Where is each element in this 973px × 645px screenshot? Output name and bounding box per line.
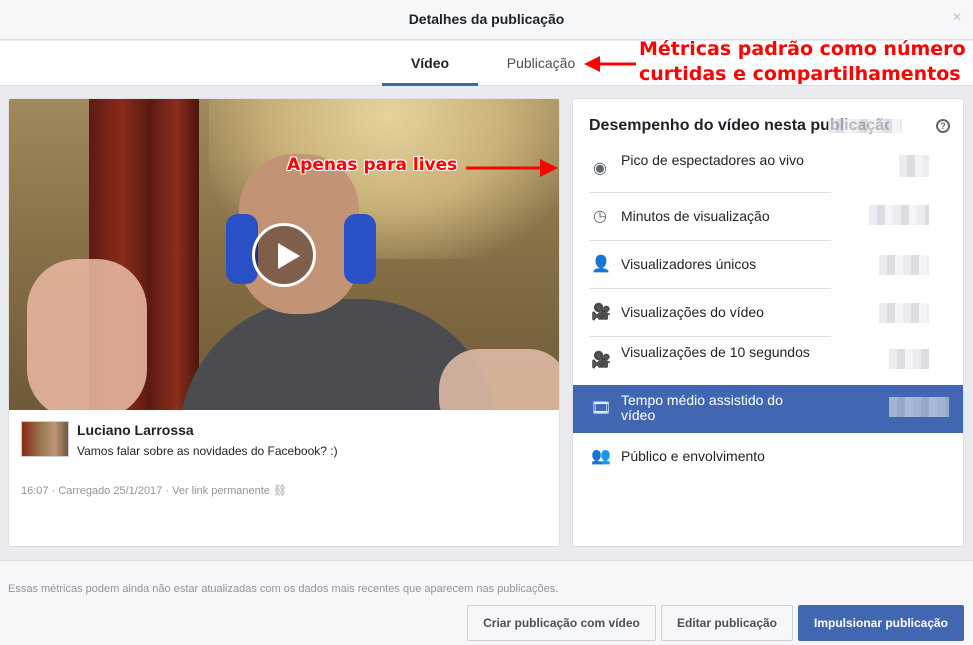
video-performance-card: Desempenho do vídeo nesta publicação ? ◉… (572, 98, 964, 547)
metric-label: Visualizadores únicos (621, 256, 757, 272)
video-camera-icon: 🎥 (591, 304, 611, 321)
blurred-value (828, 119, 902, 133)
people-icon: 👥 (591, 448, 611, 465)
tab-publicacao[interactable]: Publicação (492, 41, 590, 86)
metric-10-second-views[interactable]: 🎥 Visualizações de 10 segundos (573, 337, 963, 385)
permalink-link[interactable]: Ver link permanente (172, 485, 270, 497)
metric-label: Minutos de visualização (621, 208, 770, 224)
metric-label: Visualizações de 10 segundos (621, 344, 810, 360)
dialog-title: Detalhes da publicação (408, 11, 565, 27)
annotation-arrow (584, 56, 636, 72)
metric-label: Visualizações do vídeo (621, 304, 764, 320)
metric-unique-viewers[interactable]: 👤 Visualizadores únicos (573, 241, 963, 289)
annotation-arrow (466, 159, 558, 177)
author-name[interactable]: Luciano Larrossa (77, 422, 194, 438)
help-icon[interactable]: ? (936, 119, 950, 133)
upload-date: Carregado 25/1/2017 (58, 485, 163, 497)
film-icon: 🎞 (591, 400, 612, 417)
post-time[interactable]: 16:07 (21, 485, 49, 497)
dialog-header: Detalhes da publicação × (0, 0, 973, 40)
blurred-value (889, 349, 929, 369)
annotation-default-metrics: Métricas padrão como número de curtidas … (639, 38, 973, 85)
metric-audience-engagement[interactable]: 👥 Público e envolvimento (573, 433, 963, 481)
edit-post-button[interactable]: Editar publicação (661, 605, 793, 641)
blurred-value (899, 155, 929, 177)
annotation-lives: Apenas para lives (287, 155, 458, 175)
metric-peak-live-viewers[interactable]: ◉ Pico de espectadores ao vivo (573, 145, 963, 193)
metric-label: Pico de espectadores ao vivo (621, 152, 804, 168)
tab-video[interactable]: Vídeo (382, 41, 478, 86)
video-thumbnail[interactable] (9, 99, 559, 410)
blurred-value (869, 205, 929, 225)
metric-minutes-viewed[interactable]: ◷ Minutos de visualização (573, 193, 963, 241)
metric-label: Tempo médio assistido do vídeo (621, 392, 783, 423)
play-icon[interactable] (252, 223, 316, 287)
metric-label: Público e envolvimento (621, 448, 765, 464)
close-icon[interactable]: × (949, 10, 965, 26)
dialog-footer: Essas métricas podem ainda não estar atu… (0, 560, 973, 645)
eye-icon: ◉ (593, 160, 607, 177)
metric-avg-watch-time[interactable]: 🎞 Tempo médio assistido do vídeo (573, 385, 963, 433)
blurred-value (889, 397, 949, 417)
link-icon: ⛓ (273, 485, 287, 497)
person-icon: 👤 (591, 256, 611, 273)
blurred-value (879, 303, 929, 323)
post-text: Vamos falar sobre as novidades do Facebo… (77, 444, 338, 458)
metric-video-views[interactable]: 🎥 Visualizações do vídeo (573, 289, 963, 337)
post-meta: 16:07 · Carregado 25/1/2017 · Ver link p… (21, 485, 287, 497)
create-post-with-video-button[interactable]: Criar publicação com vídeo (467, 605, 656, 641)
video-camera-icon: 🎥 (591, 352, 611, 369)
boost-post-button[interactable]: Impulsionar publicação (798, 605, 964, 641)
clock-icon: ◷ (593, 208, 607, 225)
avatar[interactable] (21, 421, 69, 457)
footer-note: Essas métricas podem ainda não estar atu… (8, 583, 559, 595)
blurred-value (879, 255, 929, 275)
